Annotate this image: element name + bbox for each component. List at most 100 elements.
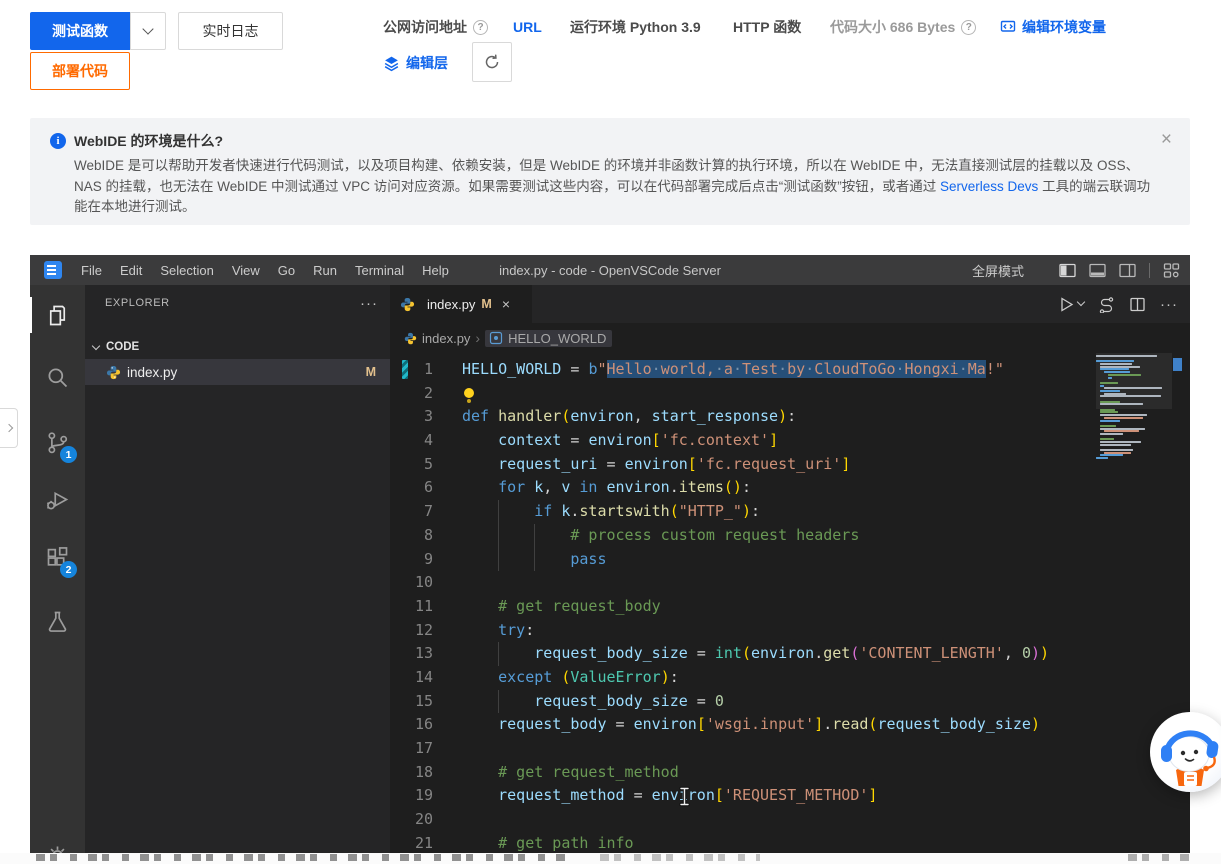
minimap-line: [1100, 428, 1145, 430]
run-or-debug-icon[interactable]: [1098, 296, 1115, 313]
fullscreen-mode-button[interactable]: 全屏模式: [972, 261, 1024, 280]
line-content: HELLO_WORLD = b"Hello·world,·a·Test·by·C…: [433, 358, 1096, 382]
code-line[interactable]: 2: [390, 382, 1096, 406]
code-line[interactable]: 13 request_body_size = int(environ.get('…: [390, 642, 1096, 666]
python-file-icon: [404, 332, 417, 345]
code-line[interactable]: 14 except (ValueError):: [390, 666, 1096, 690]
code-line[interactable]: 17: [390, 737, 1096, 761]
toggle-sidebar-icon[interactable]: [1059, 262, 1076, 279]
menu-item-terminal[interactable]: Terminal: [346, 263, 413, 278]
explorer-more-actions-icon[interactable]: ···: [360, 295, 378, 312]
file-item-indexpy[interactable]: index.py M: [85, 359, 390, 385]
url-link[interactable]: URL: [513, 16, 542, 38]
folder-section-code[interactable]: CODE: [85, 335, 390, 358]
code-token: =: [561, 360, 588, 378]
toggle-panel-icon[interactable]: [1089, 262, 1106, 279]
code-token: ": [597, 360, 606, 378]
editor-group: index.py M × ··· index.py ›: [390, 285, 1190, 864]
test-function-dropdown-button[interactable]: [130, 12, 166, 50]
minimap-line: [1100, 454, 1122, 456]
panel-expander-button[interactable]: [0, 408, 18, 448]
extensions-activity-button[interactable]: 2: [30, 533, 85, 581]
code-line[interactable]: 9 pass: [390, 548, 1096, 572]
source-control-activity-button[interactable]: 1: [30, 418, 85, 466]
breadcrumb-file[interactable]: index.py: [422, 331, 470, 346]
code-line[interactable]: 10: [390, 571, 1096, 595]
support-chat-button[interactable]: [1150, 712, 1221, 792]
menu-item-view[interactable]: View: [223, 263, 269, 278]
help-icon[interactable]: ?: [473, 20, 488, 35]
code-token: # get request_method: [498, 763, 679, 781]
toggle-secondary-sidebar-icon[interactable]: [1119, 262, 1136, 279]
more-actions-icon[interactable]: ···: [1160, 296, 1178, 313]
run-debug-activity-button[interactable]: [30, 475, 85, 523]
indent-guide: [534, 524, 535, 548]
code-token: request_body_size: [877, 715, 1031, 733]
code-line[interactable]: 8 # process custom request headers: [390, 524, 1096, 548]
line-number: 12: [390, 619, 433, 643]
code-token: :: [751, 502, 760, 520]
line-content: request_body = environ['wsgi.input'].rea…: [433, 713, 1096, 737]
code-token: def: [462, 407, 489, 425]
code-line[interactable]: 4 context = environ['fc.context']: [390, 429, 1096, 453]
minimap-line: [1100, 401, 1120, 403]
code-line[interactable]: 6 for k, v in environ.items():: [390, 476, 1096, 500]
close-tab-icon[interactable]: ×: [502, 296, 510, 312]
code-token: [462, 763, 498, 781]
breadcrumb-symbol[interactable]: HELLO_WORLD: [485, 330, 612, 347]
menu-item-go[interactable]: Go: [269, 263, 304, 278]
split-editor-icon[interactable]: [1129, 296, 1146, 313]
code-token: # process custom request headers: [570, 526, 859, 544]
edit-env-vars-link[interactable]: 编辑环境变量: [1000, 16, 1106, 38]
tab-indexpy[interactable]: index.py M ×: [390, 285, 532, 323]
code-token: ]: [814, 715, 823, 733]
code-line[interactable]: 18 # get request_method: [390, 761, 1096, 785]
lightbulb-icon[interactable]: [464, 388, 474, 398]
code-token: [: [697, 715, 706, 733]
code-line[interactable]: 5 request_uri = environ['fc.request_uri'…: [390, 453, 1096, 477]
code-line[interactable]: 19 request_method = environ['REQUEST_MET…: [390, 784, 1096, 808]
minimap-line: [1104, 417, 1143, 419]
minimap-line: [1096, 355, 1157, 357]
search-activity-button[interactable]: [30, 353, 85, 401]
code-line[interactable]: 15 request_body_size = 0: [390, 690, 1096, 714]
minimap-line: [1100, 411, 1118, 413]
menu-item-file[interactable]: File: [72, 263, 111, 278]
code-token: =: [688, 692, 715, 710]
code-token: ): [778, 407, 787, 425]
code-editor[interactable]: 1HELLO_WORLD = b"Hello·world,·a·Test·by·…: [390, 353, 1190, 864]
code-line[interactable]: 16 request_body = environ['wsgi.input'].…: [390, 713, 1096, 737]
code-token: 'fc.context': [661, 431, 769, 449]
refresh-button[interactable]: [472, 42, 512, 82]
test-function-button[interactable]: 测试函数: [30, 12, 130, 50]
menu-item-selection[interactable]: Selection: [151, 263, 222, 278]
code-line[interactable]: 1HELLO_WORLD = b"Hello·world,·a·Test·by·…: [390, 358, 1096, 382]
code-line[interactable]: 11 # get request_body: [390, 595, 1096, 619]
customize-layout-icon[interactable]: [1163, 262, 1180, 279]
minimap-line: [1108, 377, 1112, 379]
edit-layer-link[interactable]: 编辑层: [383, 52, 448, 74]
code-line[interactable]: 3def handler(environ, start_response):: [390, 405, 1096, 429]
realtime-logs-button[interactable]: 实时日志: [178, 12, 283, 50]
menu-item-run[interactable]: Run: [304, 263, 346, 278]
minimap-line: [1104, 393, 1125, 395]
code-token: [462, 668, 498, 686]
menu-item-help[interactable]: Help: [413, 263, 458, 278]
git-modified-gutter-marker: [402, 360, 408, 379]
code-line[interactable]: 7 if k.startswith("HTTP_"):: [390, 500, 1096, 524]
code-token: ): [1040, 644, 1049, 662]
code-line[interactable]: 12 try:: [390, 619, 1096, 643]
help-icon[interactable]: ?: [961, 20, 976, 35]
close-icon[interactable]: ×: [1161, 130, 1172, 149]
code-token: .: [670, 478, 679, 496]
indent-guide: [534, 548, 535, 572]
menu-item-edit[interactable]: Edit: [111, 263, 151, 278]
testing-activity-button[interactable]: [30, 597, 85, 645]
serverless-devs-link[interactable]: Serverless Devs: [940, 179, 1038, 194]
explorer-activity-button[interactable]: [30, 291, 85, 339]
run-python-file-button[interactable]: [1058, 296, 1084, 313]
minimap[interactable]: [1096, 355, 1172, 460]
code-line[interactable]: 21 # get path info: [390, 832, 1096, 856]
code-line[interactable]: 20: [390, 808, 1096, 832]
deploy-code-button[interactable]: 部署代码: [30, 52, 130, 90]
